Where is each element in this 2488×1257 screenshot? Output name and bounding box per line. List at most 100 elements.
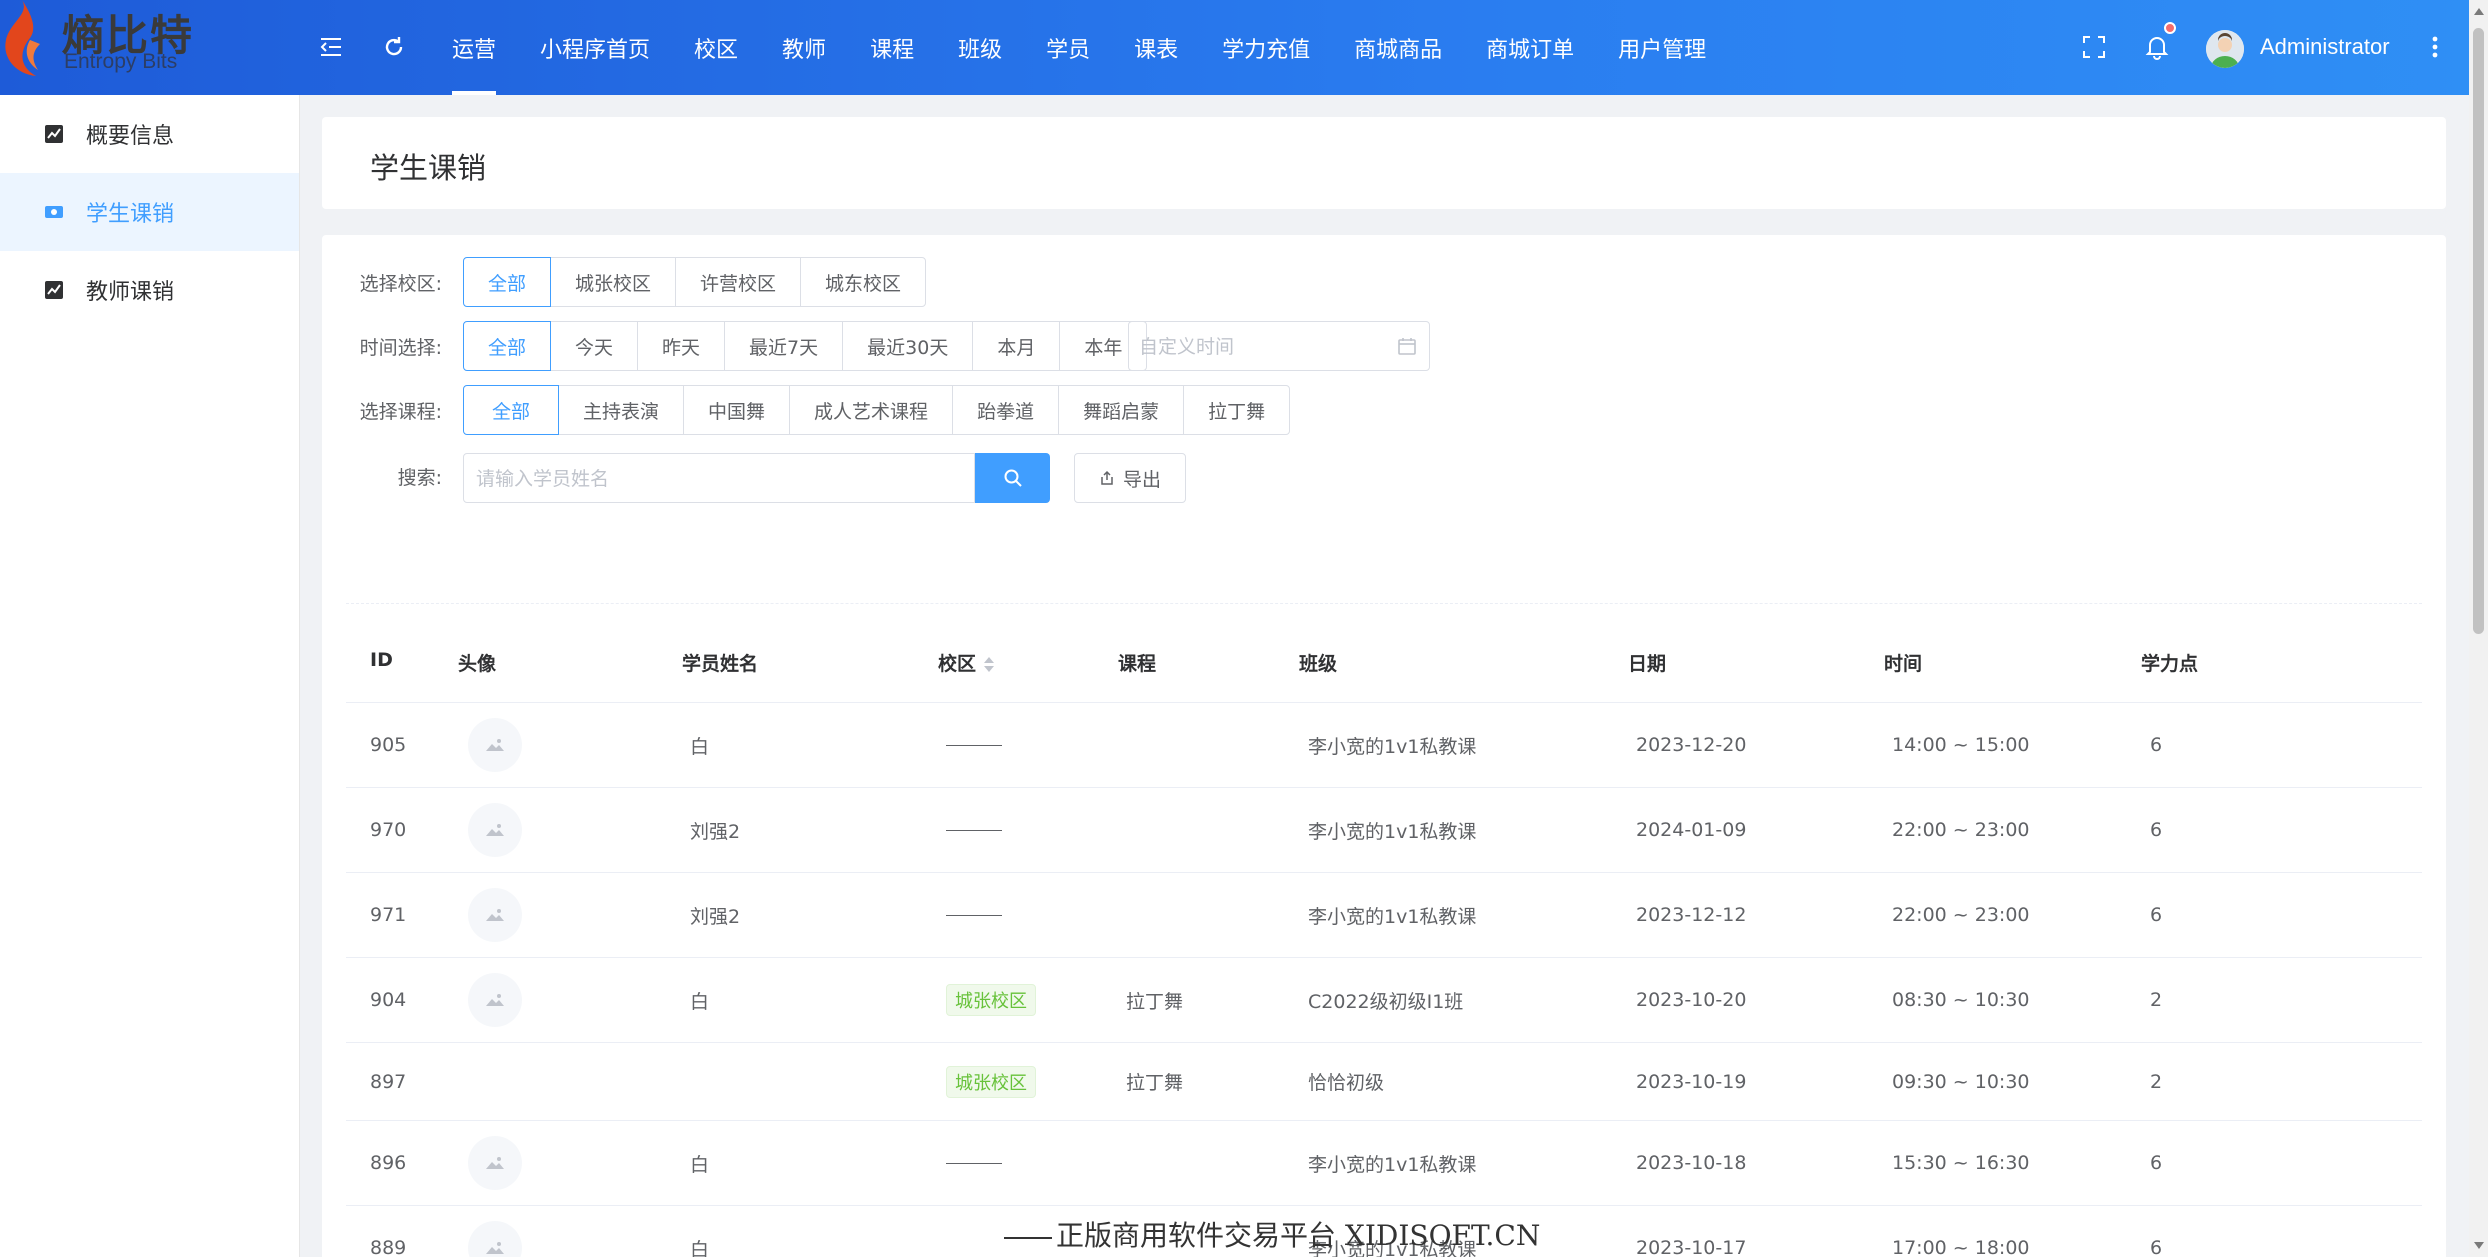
cell-name: 白 [690, 735, 710, 758]
scroll-thumb[interactable] [2473, 28, 2484, 634]
page-scrollbar[interactable] [2469, 0, 2488, 1257]
export-icon [1101, 470, 1113, 485]
time-option[interactable]: 最近7天 [724, 321, 844, 371]
cell-id: 889 [370, 1237, 407, 1257]
cell-name: 刘强2 [690, 905, 741, 928]
cell-class: 李小宽的1v1私教课 [1308, 1153, 1477, 1176]
image-placeholder-icon [468, 1221, 522, 1257]
image-placeholder-icon [468, 1136, 522, 1190]
page-title: 学生课销 [370, 151, 487, 185]
scroll-up-arrow-icon[interactable] [2474, 8, 2484, 15]
sidebar-item-student-consumption[interactable]: 学生课销 [0, 173, 299, 251]
search-button[interactable] [975, 453, 1050, 503]
chart-icon [45, 125, 63, 143]
logo[interactable]: 熵比特 Entropy Bits [0, 0, 300, 95]
cell-class: 恰恰初级 [1308, 1072, 1385, 1094]
image-placeholder-icon [468, 803, 522, 857]
sort-icon[interactable] [984, 656, 995, 673]
cell-points: 6 [2150, 904, 2163, 926]
menu-fold-icon[interactable] [314, 30, 348, 64]
more-vertical-icon[interactable] [2418, 30, 2452, 64]
nav-item-campus[interactable]: 校区 [672, 0, 760, 95]
nav-item-student[interactable]: 学员 [1024, 0, 1112, 95]
table-header: ID 头像 学员姓名 校区 课程 班级 日期 时间 学力点 [346, 619, 2422, 703]
cell-class: 李小宽的1v1私教课 [1308, 820, 1477, 843]
time-option[interactable]: 昨天 [637, 321, 726, 371]
cell-points: 2 [2150, 1070, 2163, 1093]
table-row[interactable]: 905 白 李小宽的1v1私教课 2023-12-20 14:00 ~ 15:0… [346, 703, 2422, 788]
sidebar-item-overview[interactable]: 概要信息 [0, 95, 299, 173]
nav-item-teacher[interactable]: 教师 [760, 0, 848, 95]
col-header-campus[interactable]: 校区 [938, 649, 995, 676]
page-header: 学生课销 [322, 117, 2446, 209]
search-field[interactable] [463, 453, 975, 503]
course-option[interactable]: 全部 [463, 385, 560, 435]
course-filter-label: 选择课程: [359, 401, 442, 423]
user-avatar[interactable] [2206, 30, 2244, 68]
fullscreen-icon[interactable] [2077, 30, 2111, 64]
scroll-down-arrow-icon[interactable] [2474, 1242, 2484, 1249]
flame-logo-icon [5, 0, 40, 76]
course-option[interactable]: 中国舞 [683, 385, 791, 435]
sidebar-item-teacher-consumption[interactable]: 教师课销 [0, 251, 299, 329]
student-name-search-input[interactable] [476, 464, 956, 494]
watermark: 正版商用软件交易平台 XIDISOFT.CN [1004, 1214, 1540, 1254]
nav-item-class[interactable]: 班级 [936, 0, 1024, 95]
course-option[interactable]: 成人艺术课程 [789, 385, 954, 435]
time-option[interactable]: 全部 [463, 321, 552, 371]
col-header-campus-label: 校区 [938, 653, 977, 675]
col-header-class: 班级 [1299, 653, 1338, 675]
campus-option[interactable]: 城东校区 [800, 257, 927, 307]
campus-option[interactable]: 全部 [463, 257, 552, 307]
custom-date-picker[interactable] [1128, 321, 1430, 371]
empty-dash [946, 914, 1002, 916]
course-option[interactable]: 主持表演 [558, 385, 685, 435]
table-row[interactable]: 970 刘强2 李小宽的1v1私教课 2024-01-09 22:00 ~ 23… [346, 788, 2422, 873]
brand-subtitle: Entropy Bits [64, 50, 178, 73]
export-button[interactable]: 导出 [1074, 453, 1186, 503]
export-label: 导出 [1122, 468, 1161, 491]
image-placeholder-icon [468, 718, 522, 772]
time-option[interactable]: 今天 [550, 321, 639, 371]
cell-avatar [468, 703, 522, 787]
campus-option[interactable]: 城张校区 [550, 257, 677, 307]
time-option[interactable]: 最近30天 [842, 321, 974, 371]
table-row[interactable]: 904 白 城张校区 拉丁舞 C2022级初级I1班 2023-10-20 08… [346, 958, 2422, 1043]
nav-item-shop-orders[interactable]: 商城订单 [1464, 0, 1596, 95]
search-label: 搜索: [397, 467, 442, 489]
nav-item-course[interactable]: 课程 [848, 0, 936, 95]
bell-icon[interactable] [2140, 30, 2174, 64]
refresh-icon[interactable] [377, 30, 411, 64]
custom-date-input[interactable] [1139, 332, 1379, 362]
cell-campus-empty [946, 873, 1002, 957]
course-option[interactable]: 拉丁舞 [1183, 385, 1291, 435]
top-bar: 熵比特 Entropy Bits 运营 小程序首页 校区 教师 课程 班级 学员… [0, 0, 2469, 95]
table-row[interactable]: 896 白 李小宽的1v1私教课 2023-10-18 15:30 ~ 16:3… [346, 1121, 2422, 1206]
cell-id: 905 [370, 734, 407, 756]
cell-date: 2023-10-18 [1636, 1152, 1747, 1174]
nav-item-shop-goods[interactable]: 商城商品 [1332, 0, 1464, 95]
time-option[interactable]: 本月 [972, 321, 1061, 371]
table-row[interactable]: 971 刘强2 李小宽的1v1私教课 2023-12-12 22:00 ~ 23… [346, 873, 2422, 958]
cell-time: 09:30 ~ 10:30 [1892, 1070, 2030, 1093]
col-header-id[interactable]: ID [370, 649, 393, 671]
campus-tag: 城张校区 [946, 1065, 1036, 1098]
campus-option[interactable]: 许营校区 [675, 257, 802, 307]
empty-dash [946, 744, 1002, 746]
cell-avatar [468, 958, 522, 1042]
section-divider [346, 603, 2422, 604]
nav-item-user-manage[interactable]: 用户管理 [1596, 0, 1728, 95]
user-name[interactable]: Administrator [2260, 34, 2390, 60]
nav-item-yunying[interactable]: 运营 [430, 0, 518, 95]
cell-course: 拉丁舞 [1126, 990, 1184, 1013]
nav-item-miniapp-home[interactable]: 小程序首页 [518, 0, 672, 95]
consumption-table: ID 头像 学员姓名 校区 课程 班级 日期 时间 学力点 905 白 李小宽的… [346, 619, 2422, 1257]
cell-time: 14:00 ~ 15:00 [1892, 734, 2030, 756]
course-option[interactable]: 舞蹈启蒙 [1058, 385, 1185, 435]
main-content: 学生课销 选择校区: 全部 城张校区 许营校区 城东校区 时间选择: 全部 今天… [300, 95, 2469, 1257]
nav-item-recharge[interactable]: 学力充值 [1200, 0, 1332, 95]
table-row[interactable]: 897 城张校区 拉丁舞 恰恰初级 2023-10-19 09:30 ~ 10:… [346, 1043, 2422, 1121]
sidebar: 概要信息 学生课销 教师课销 [0, 95, 300, 1257]
course-option[interactable]: 跆拳道 [952, 385, 1060, 435]
nav-item-schedule[interactable]: 课表 [1112, 0, 1200, 95]
